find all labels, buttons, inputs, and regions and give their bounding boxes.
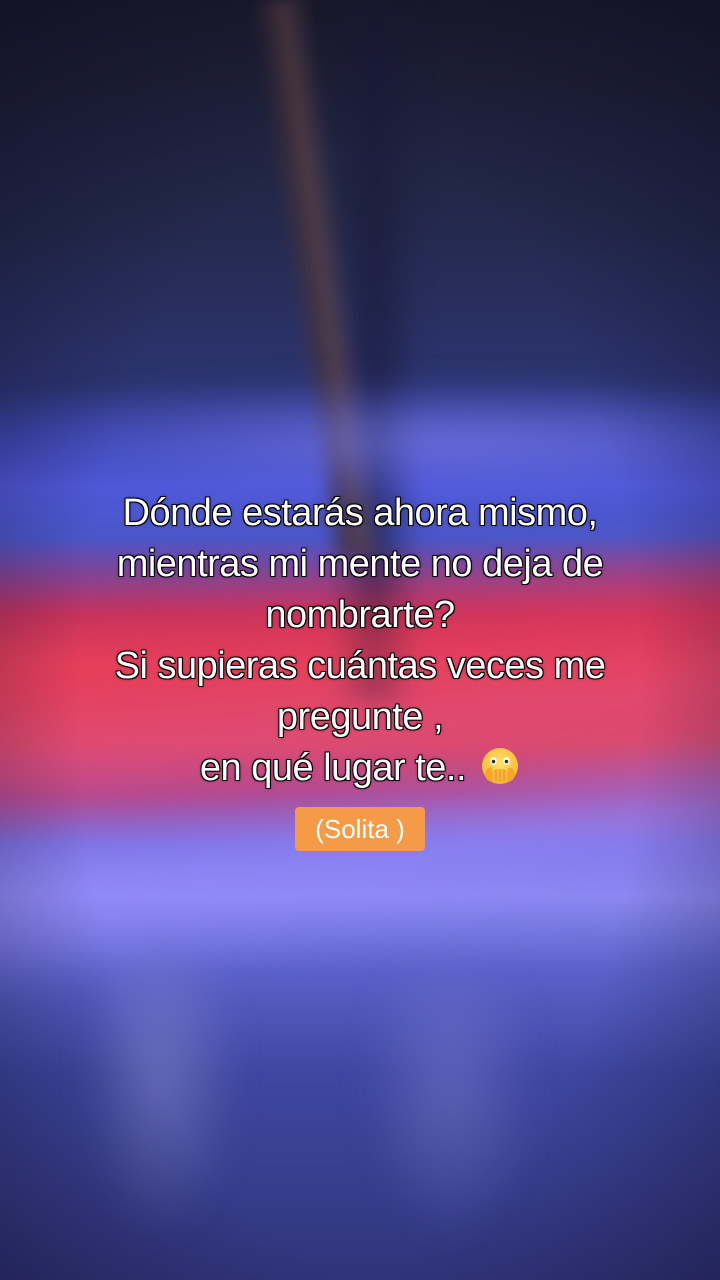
caption-line: Dónde estarás ahora mismo, [122,492,598,534]
caption-line: en qué lugar te.. [199,747,467,789]
caption-line: pregunte , [276,696,444,738]
face-with-open-eyes-and-hand-over-mouth-icon [482,748,519,784]
background-lower-shape [80,960,240,1240]
caption-line: nombrarte? [265,594,455,636]
caption-text: Dónde estarás ahora mismo, mientras mi m… [20,488,700,794]
background-pole [250,0,388,559]
background-blue-glow [0,380,720,500]
caption-line: Si supieras cuántas veces me [114,645,606,687]
caption-line: mientras mi mente no deja de [116,543,604,585]
video-frame[interactable]: Dónde estarás ahora mismo, mientras mi m… [0,0,720,1280]
background-lower-shape [360,980,540,1240]
text-tag: (Solita ) [295,807,425,851]
caption-last-line: en qué lugar te.. [20,743,700,794]
